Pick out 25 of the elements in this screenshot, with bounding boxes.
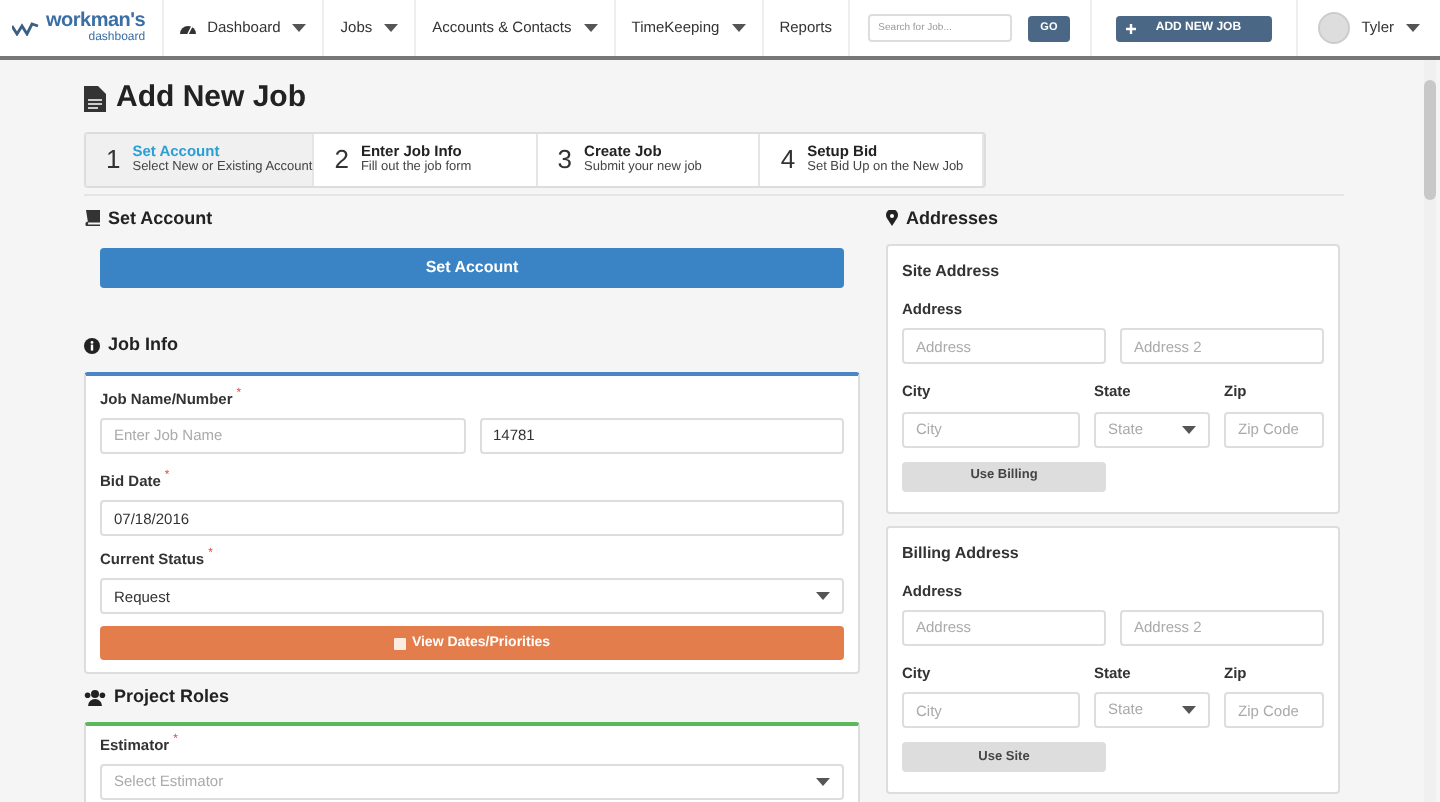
caret-icon	[816, 592, 830, 601]
gauge-icon	[179, 22, 196, 34]
plus-icon	[1125, 23, 1136, 33]
section-heading: Project Roles	[114, 684, 230, 711]
caret-icon	[1182, 425, 1196, 433]
caret-icon	[1182, 706, 1196, 714]
card-title: Billing Address	[902, 541, 1021, 565]
book-icon	[84, 210, 100, 227]
section-heading: Job Info	[108, 332, 178, 358]
set-account-button[interactable]: Set Account	[100, 248, 844, 288]
users-icon	[84, 690, 106, 706]
caret-icon	[816, 778, 830, 786]
document-icon	[84, 85, 106, 112]
card-title: Site Address	[902, 260, 1002, 284]
map-pin-icon	[886, 210, 898, 227]
logo-wave-icon	[12, 21, 40, 35]
logo-text: workman's	[46, 12, 146, 32]
avatar[interactable]	[1317, 12, 1350, 44]
section-heading: Addresses	[906, 205, 999, 231]
section-heading: Set Account	[108, 205, 213, 231]
info-icon	[84, 337, 100, 354]
page-title: Add New Job	[116, 78, 307, 118]
calendar-icon	[393, 637, 406, 650]
caret-icon	[1406, 24, 1420, 32]
scrollbar[interactable]	[1424, 60, 1436, 802]
